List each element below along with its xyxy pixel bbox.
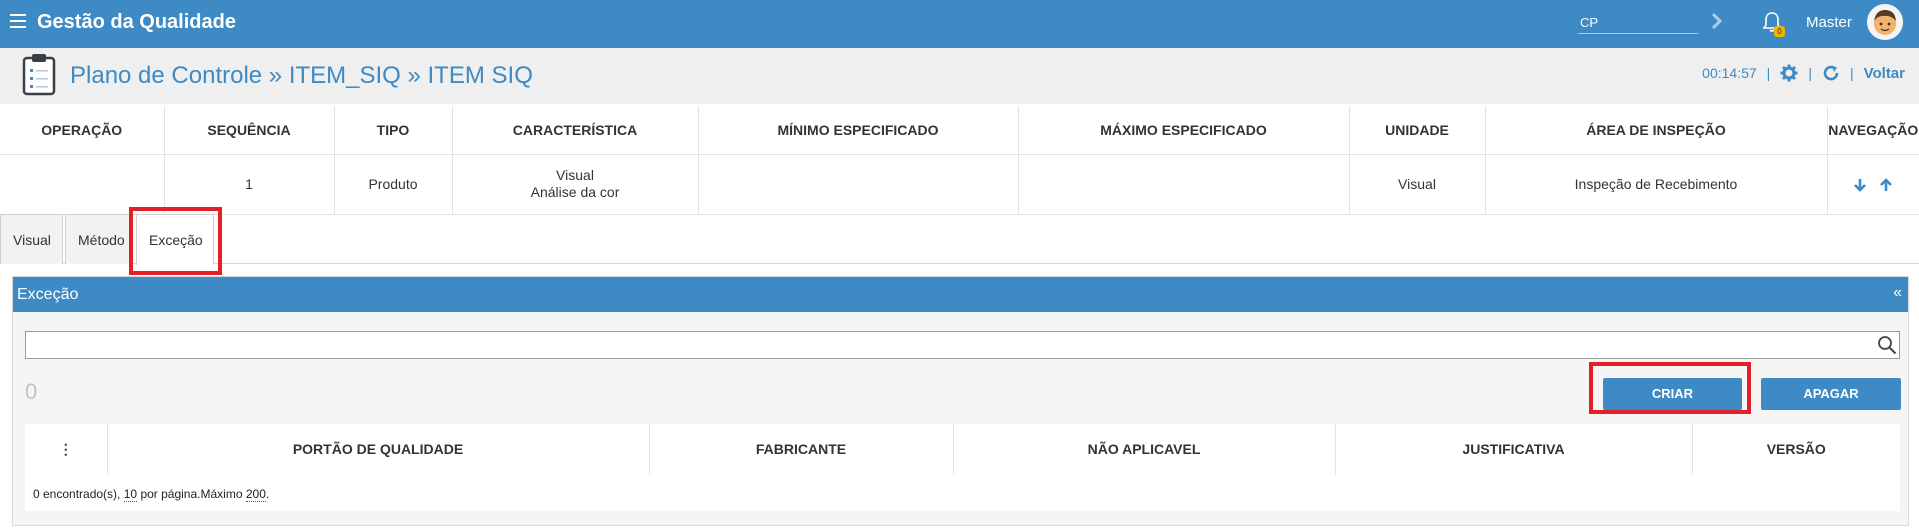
panel-header: Exceção « [13,277,1908,312]
divider: | [1808,65,1812,81]
chevron-right-icon[interactable] [1710,10,1724,38]
collapse-icon[interactable]: « [1893,284,1902,302]
pagination-info: 0 encontrado(s), 10 por página.Máximo 20… [25,475,1900,511]
tabs-divider [0,263,1919,264]
column-header: NAVEGAÇÃO [1827,106,1919,155]
table-row[interactable]: 1 Produto Visual Análise da cor Visual I… [0,154,1919,215]
delete-button[interactable]: APAGAR [1761,378,1901,410]
cell-minimo [698,154,1019,215]
refresh-icon[interactable] [1822,64,1840,82]
column-header[interactable]: PORTÃO DE QUALIDADE [107,424,650,476]
app-title: Gestão da Qualidade [37,11,236,33]
column-header: SEQUÊNCIA [164,106,335,155]
record-count: 0 [25,379,38,404]
per-page-text: por página.Máximo [140,487,243,501]
divider: | [1849,65,1854,81]
cell-caracteristica: Visual Análise da cor [452,154,699,215]
cell-area: Inspeção de Recebimento [1485,154,1828,215]
tab-metodo[interactable]: Método [65,214,132,264]
tab-excecao[interactable]: Exceção [136,214,214,265]
username[interactable]: Master [1806,14,1852,31]
column-header: MÍNIMO ESPECIFICADO [698,106,1019,155]
create-button[interactable]: CRIAR [1603,378,1742,410]
avatar[interactable] [1867,4,1903,40]
column-header[interactable]: VERSÃO [1692,424,1900,476]
column-header: ÁREA DE INSPEÇÃO [1485,106,1828,155]
operation-table: OPERAÇÃO SEQUÊNCIA TIPO CARACTERÍSTICA M… [0,106,1919,215]
more-vertical-icon[interactable]: ⋮ [25,424,108,476]
cell-unidade: Visual [1349,154,1486,215]
cp-input[interactable] [1578,12,1698,34]
per-page-selector[interactable]: 10 [123,487,138,502]
cell-maximo [1018,154,1350,215]
column-header[interactable]: JUSTIFICATIVA [1335,424,1693,476]
clipboard-icon [22,52,56,101]
search-icon[interactable] [1877,335,1897,355]
menu-icon[interactable] [10,14,26,30]
arrow-up-icon[interactable] [1878,177,1894,193]
cell-operacao [0,154,165,215]
column-header: OPERAÇÃO [0,106,165,155]
caracteristica-line: Visual [556,167,594,183]
footer-end: . [265,487,270,501]
found-count: 0 encontrado(s), [33,487,121,501]
caracteristica-line: Análise da cor [530,184,620,200]
divider: | [1766,65,1771,81]
column-header: MÁXIMO ESPECIFICADO [1018,106,1350,155]
arrow-down-icon[interactable] [1852,177,1868,193]
column-header: UNIDADE [1349,106,1486,155]
column-header[interactable]: FABRICANTE [649,424,954,476]
cell-tipo: Produto [334,154,453,215]
excecao-panel: Exceção « 0 CRIAR APAGAR ⋮ PORTÃO DE QUA… [12,276,1909,526]
header-actions: 00:14:57 | | | Voltar [1702,64,1905,82]
panel-title: Exceção [17,286,79,303]
search-input[interactable] [25,331,1900,359]
tab-visual[interactable]: Visual [0,214,63,264]
column-header[interactable]: NÃO APLICAVEL [953,424,1336,476]
top-bar: Gestão da Qualidade 0 Master [0,0,1919,48]
max-selector[interactable]: 200 [245,487,266,502]
cell-navegacao [1827,154,1919,215]
page-title: Plano de Controle » ITEM_SIQ » ITEM SIQ [70,62,533,89]
gear-icon[interactable] [1780,64,1798,82]
table-header-row: ⋮ PORTÃO DE QUALIDADE FABRICANTE NÃO APL… [25,424,1900,476]
back-link[interactable]: Voltar [1864,65,1905,82]
excecao-table: ⋮ PORTÃO DE QUALIDADE FABRICANTE NÃO APL… [25,424,1900,476]
notification-badge: 0 [1774,26,1785,37]
table-header-row: OPERAÇÃO SEQUÊNCIA TIPO CARACTERÍSTICA M… [0,106,1919,155]
column-header: CARACTERÍSTICA [452,106,699,155]
bell-icon[interactable]: 0 [1762,11,1785,37]
session-timer: 00:14:57 [1702,65,1757,81]
cell-sequencia: 1 [164,154,335,215]
column-header: TIPO [334,106,453,155]
